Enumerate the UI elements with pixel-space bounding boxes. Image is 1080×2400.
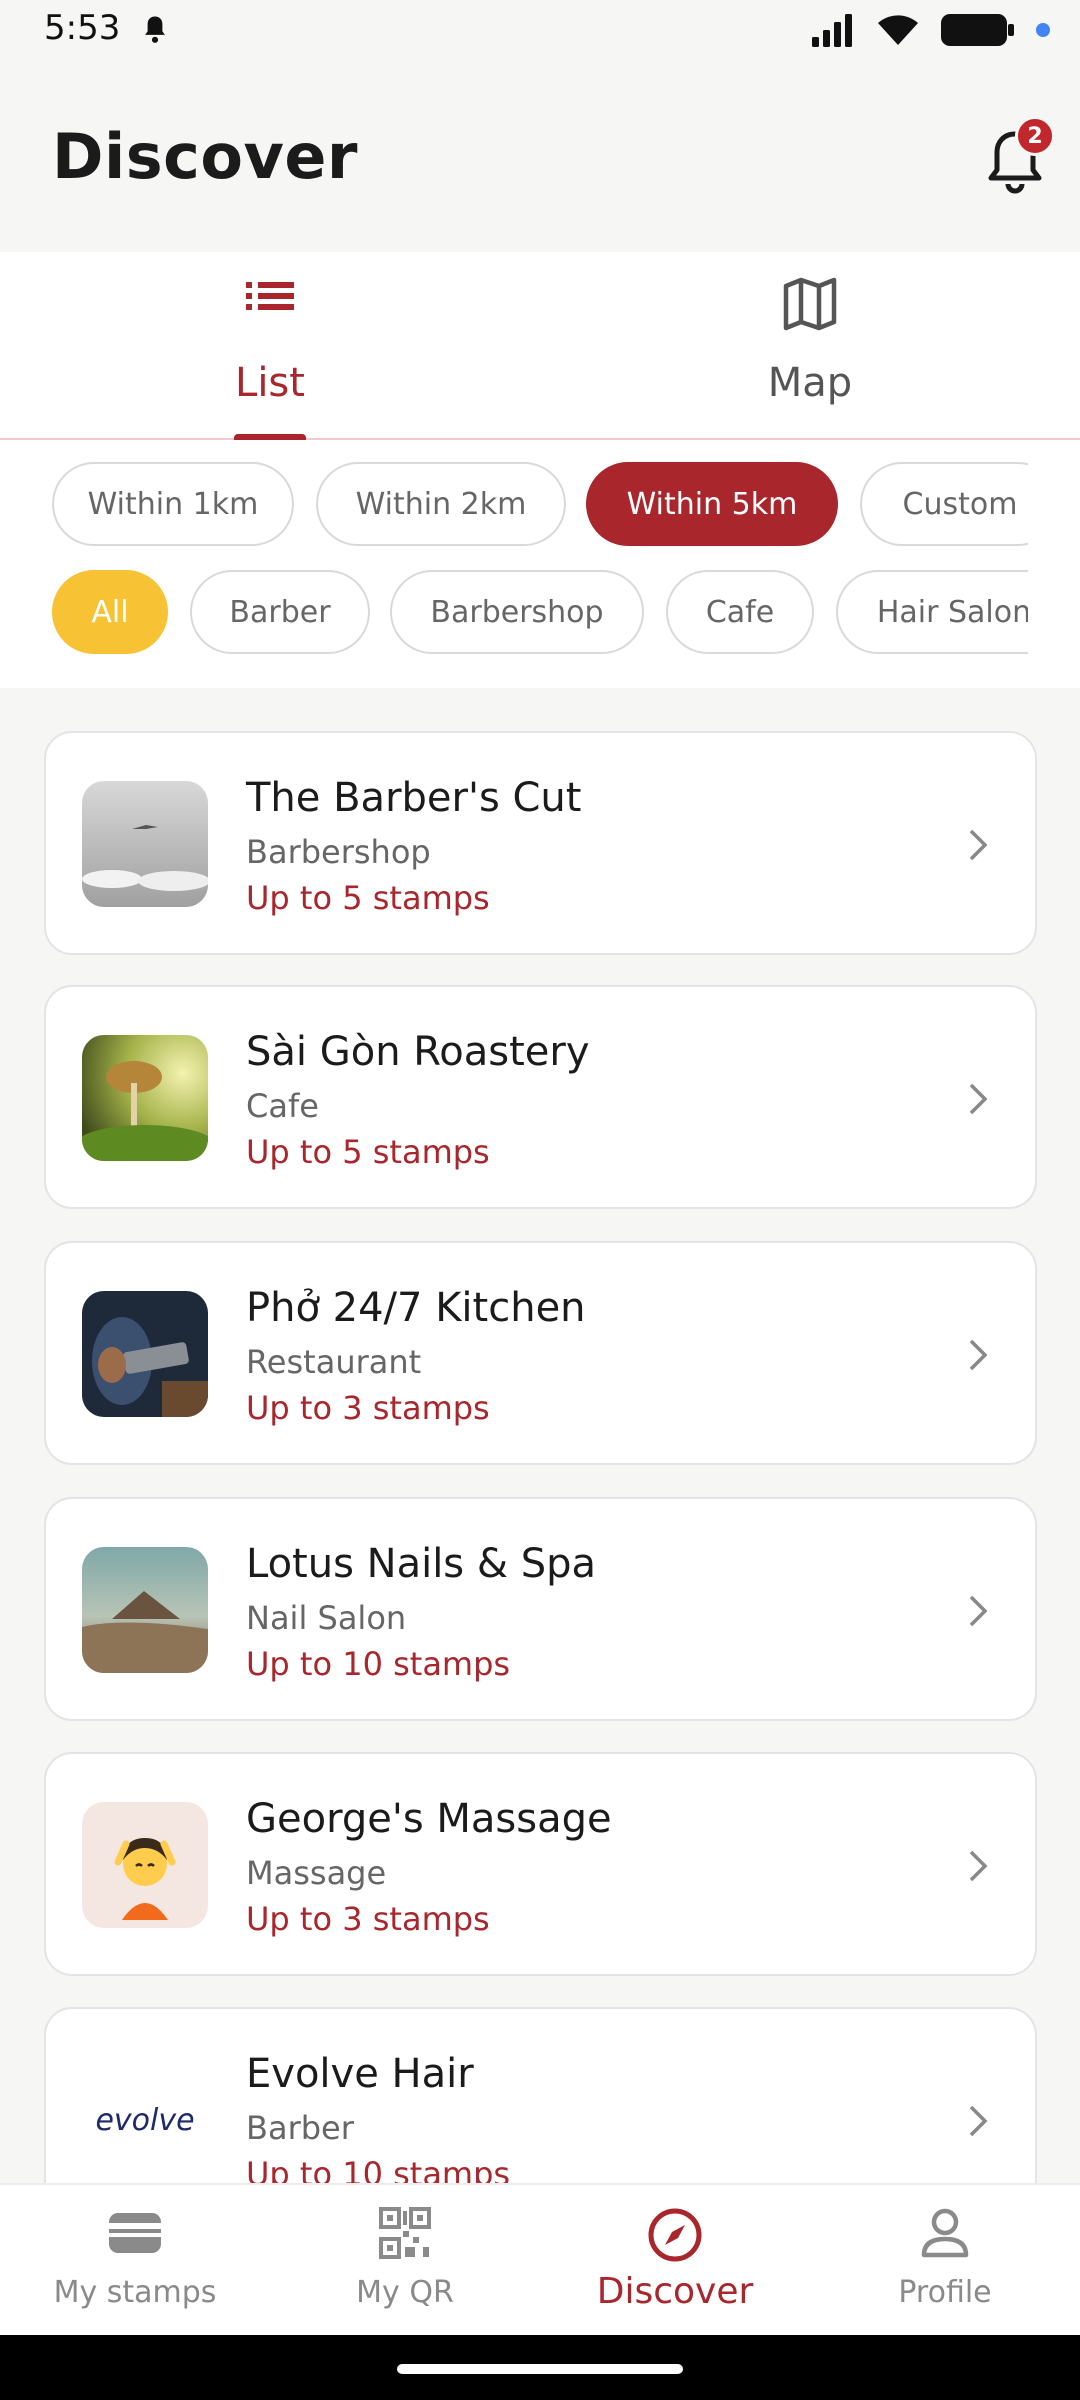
place-name: Phở 24/7 Kitchen — [246, 1285, 586, 1331]
place-thumbnail — [82, 1547, 208, 1673]
chevron-right-icon — [969, 1595, 988, 1627]
place-stamps: Up to 10 stamps — [246, 2155, 511, 2183]
place-name: Evolve Hair — [246, 2051, 474, 2097]
notification-dot-icon — [1036, 23, 1050, 37]
battery-icon — [941, 14, 1014, 46]
nav-profile-label: Profile — [898, 2275, 992, 2310]
category-chip[interactable]: Cafe — [666, 570, 814, 654]
compass-icon — [648, 2208, 702, 2262]
page-title: Discover — [52, 120, 359, 193]
place-thumbnail — [82, 1035, 208, 1161]
place-name: George's Massage — [246, 1796, 612, 1842]
map-icon — [783, 277, 837, 331]
bottom-navigation: My stamps My QR Discover Profile — [0, 2183, 1080, 2335]
place-thumbnail — [82, 1291, 208, 1417]
status-time: 5:53 — [44, 8, 121, 48]
notification-status-icon — [145, 16, 165, 43]
evolve-logo: evolve — [95, 2102, 195, 2138]
place-category: Restaurant — [246, 1343, 422, 1381]
filter-panel: Within 1km Within 2km Within 5km Custom … — [0, 440, 1080, 688]
category-chip[interactable]: Barbershop — [390, 570, 644, 654]
status-bar: 5:53 — [0, 0, 1080, 62]
chevron-right-icon — [969, 1850, 988, 1882]
place-category: Barber — [246, 2109, 354, 2147]
place-thumbnail — [82, 781, 208, 907]
distance-chip[interactable]: Within 2km — [316, 462, 566, 546]
nav-my-stamps[interactable]: My stamps — [0, 2185, 270, 2337]
tab-list-label: List — [235, 360, 305, 406]
distance-chip-selected[interactable]: Within 5km — [586, 462, 838, 546]
distance-chip[interactable]: Within 1km — [52, 462, 294, 546]
nav-my-stamps-label: My stamps — [53, 2275, 217, 2310]
place-name: The Barber's Cut — [246, 775, 582, 821]
place-stamps: Up to 10 stamps — [246, 1645, 511, 1683]
place-card[interactable]: Sài Gòn Roastery Cafe Up to 5 stamps — [44, 985, 1037, 1209]
notification-badge: 2 — [1015, 116, 1055, 156]
place-category: Cafe — [246, 1087, 319, 1125]
status-icons — [810, 12, 1050, 48]
place-stamps: Up to 3 stamps — [246, 1389, 490, 1427]
place-stamps: Up to 5 stamps — [246, 1133, 490, 1171]
place-name: Sài Gòn Roastery — [246, 1029, 590, 1075]
chevron-right-icon — [969, 1083, 988, 1115]
wifi-icon — [878, 15, 918, 45]
nav-my-qr[interactable]: My QR — [270, 2185, 540, 2337]
place-stamps: Up to 3 stamps — [246, 1900, 490, 1938]
place-category: Barbershop — [246, 833, 431, 871]
place-card[interactable]: The Barber's Cut Barbershop Up to 5 stam… — [44, 731, 1037, 955]
header: Discover — [0, 62, 1080, 252]
nav-my-qr-label: My QR — [356, 2275, 454, 2310]
category-chip[interactable]: Barber — [190, 570, 370, 654]
tab-list[interactable]: List — [0, 252, 540, 442]
place-card[interactable]: Lotus Nails & Spa Nail Salon Up to 10 st… — [44, 1497, 1037, 1721]
nav-discover-label: Discover — [596, 2271, 754, 2312]
chevron-right-icon — [969, 2105, 988, 2137]
place-category: Nail Salon — [246, 1599, 407, 1637]
place-name: Lotus Nails & Spa — [246, 1541, 597, 1587]
wallet-icon — [109, 2213, 161, 2253]
place-stamps: Up to 5 stamps — [246, 879, 490, 917]
list-icon — [246, 282, 294, 310]
category-filter-row: All Barber Barbershop Cafe Hair Salon — [52, 568, 1028, 656]
place-card[interactable]: George's Massage Massage Up to 3 stamps — [44, 1752, 1037, 1976]
place-card[interactable]: Phở 24/7 Kitchen Restaurant Up to 3 stam… — [44, 1241, 1037, 1465]
signal-icon — [812, 14, 852, 47]
tab-map-label: Map — [767, 360, 853, 406]
distance-filter-row: Within 1km Within 2km Within 5km Custom — [52, 460, 1028, 548]
nav-profile[interactable]: Profile — [810, 2185, 1080, 2337]
place-thumbnail — [82, 1802, 208, 1928]
places-list: The Barber's Cut Barbershop Up to 5 stam… — [0, 688, 1080, 2183]
qr-code-icon — [379, 2207, 431, 2259]
massage-emoji-icon — [114, 1838, 176, 1920]
view-tabs: List Map — [0, 252, 1080, 442]
home-indicator[interactable] — [397, 2364, 683, 2374]
distance-chip[interactable]: Custom — [860, 462, 1028, 546]
person-icon — [921, 2208, 969, 2258]
category-chip[interactable]: Hair Salon — [836, 570, 1028, 654]
place-category: Massage — [246, 1854, 387, 1892]
place-thumbnail: evolve — [82, 2057, 208, 2183]
place-card[interactable]: evolve Evolve Hair Barber Up to 10 stamp… — [44, 2007, 1037, 2183]
category-chip-selected[interactable]: All — [52, 570, 168, 654]
tab-map[interactable]: Map — [540, 252, 1080, 440]
chevron-right-icon — [969, 1339, 988, 1371]
nav-discover[interactable]: Discover — [540, 2185, 810, 2337]
chevron-right-icon — [969, 829, 988, 861]
